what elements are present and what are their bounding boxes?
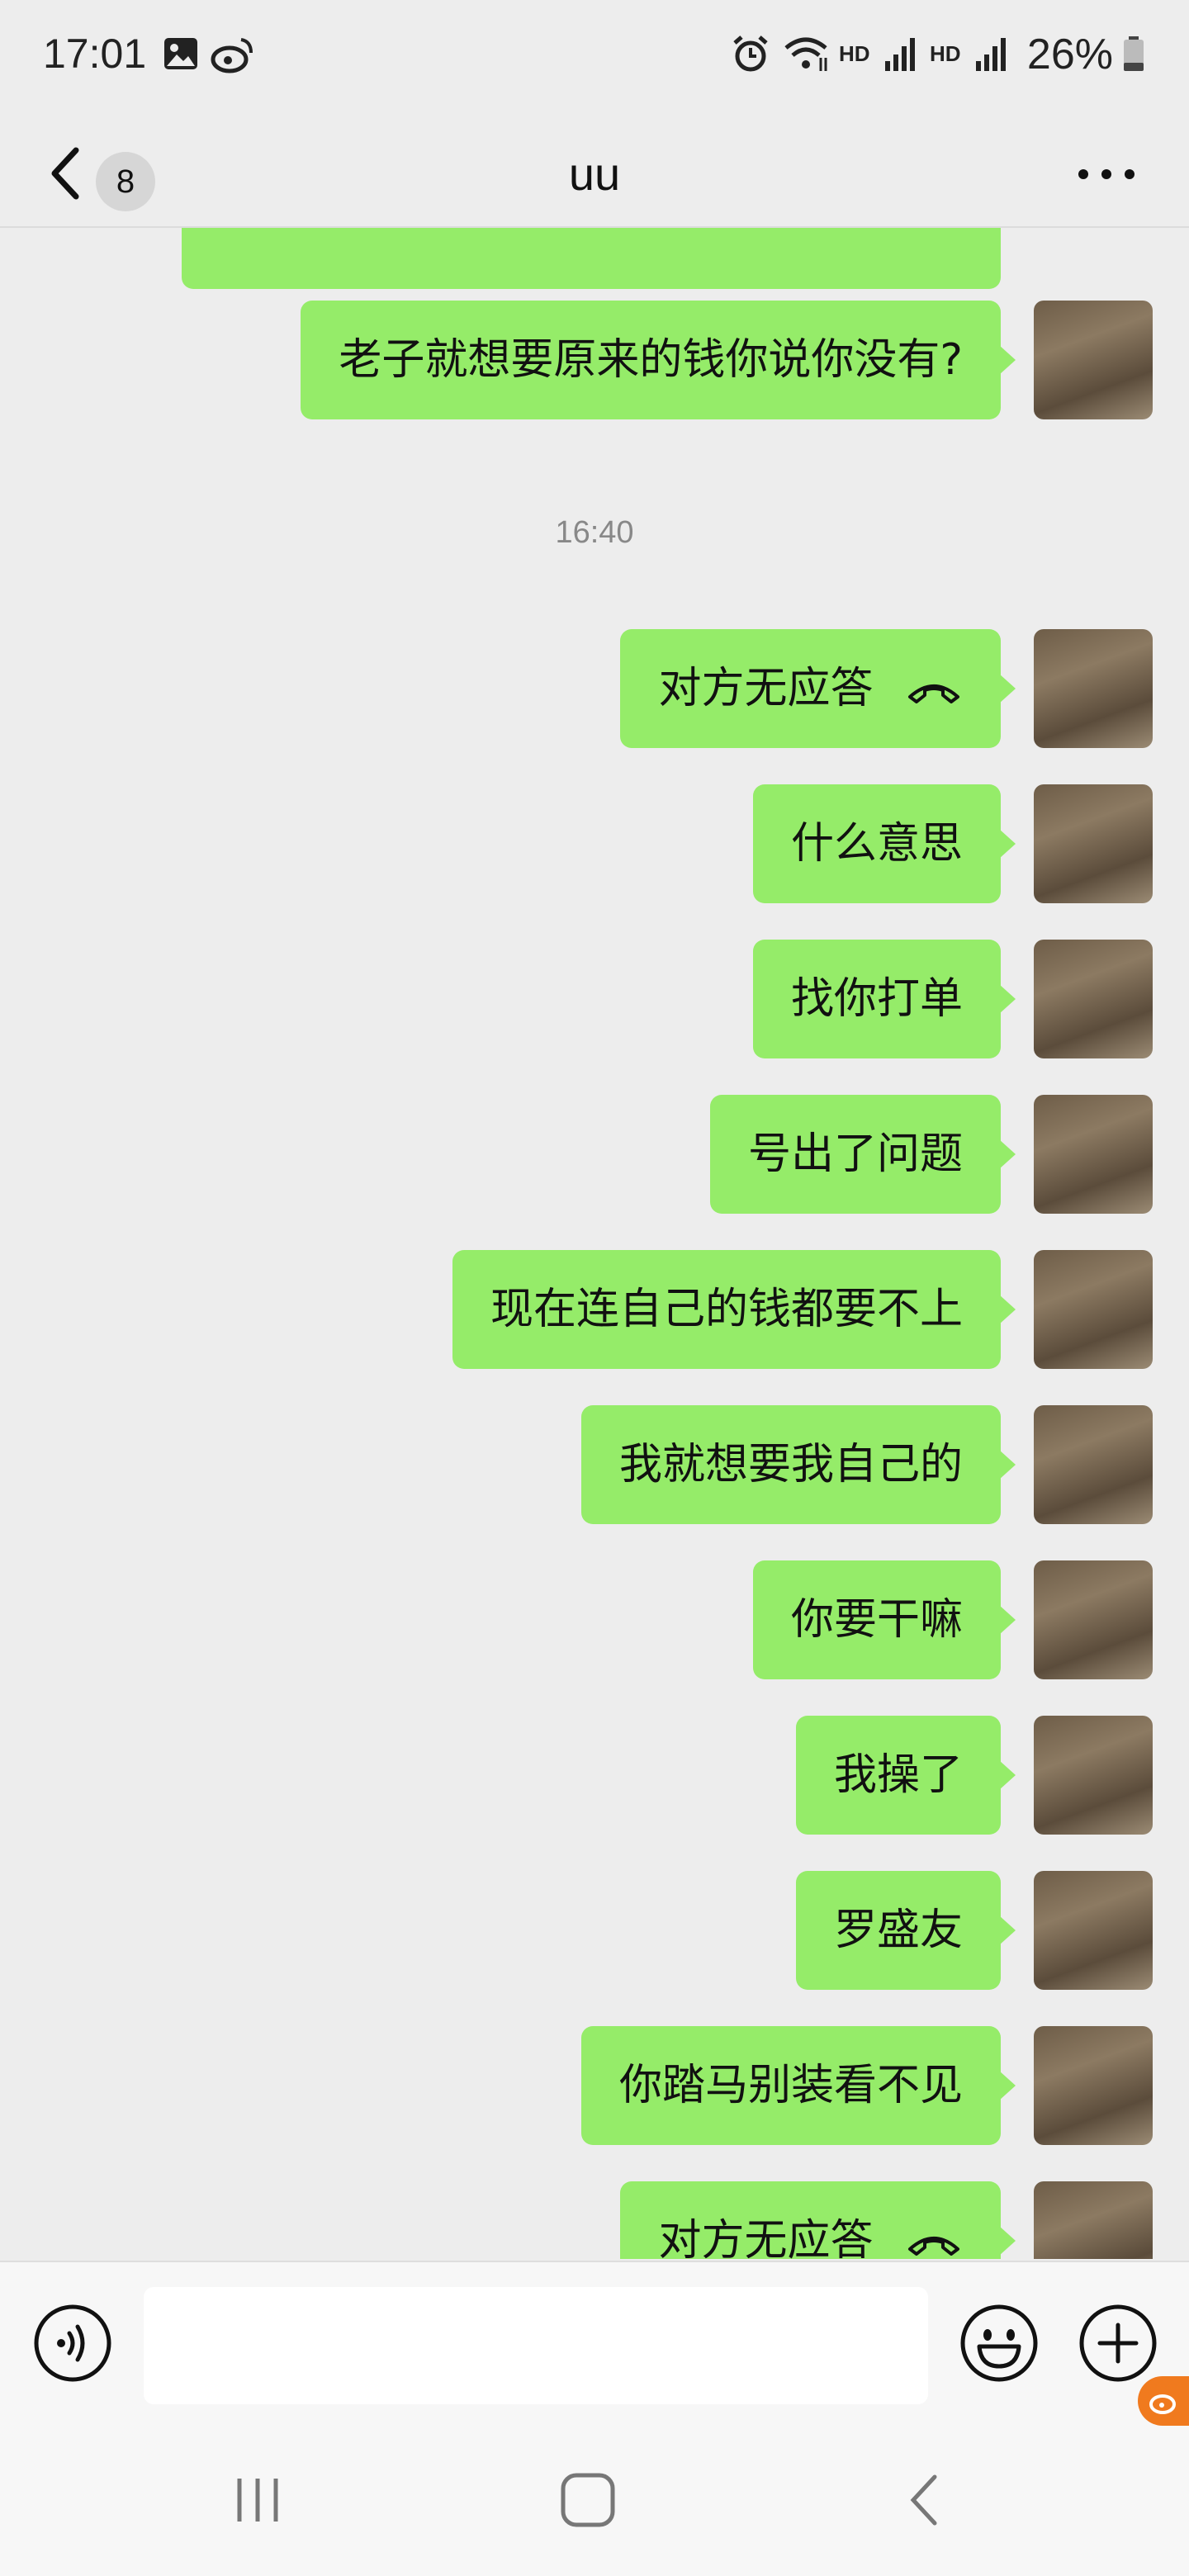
avatar[interactable] — [1034, 2026, 1153, 2145]
gallery-notification-icon — [164, 38, 197, 69]
avatar[interactable] — [1034, 1560, 1153, 1679]
message-bubble[interactable]: 你要干嘛 — [752, 1560, 1016, 1679]
recent-apps-icon[interactable] — [225, 2467, 291, 2533]
message-bubble[interactable]: 找你打单 — [752, 940, 1016, 1058]
message-text: 现在连自己的钱都要不上 — [490, 1285, 963, 1334]
input-bar — [0, 2261, 1189, 2427]
message-text: 老子就想要原来的钱你说你没有? — [339, 335, 963, 385]
avatar[interactable] — [1034, 940, 1153, 1058]
call-record-bubble[interactable]: 对方无应答 — [620, 629, 1016, 748]
avatar[interactable] — [1034, 1250, 1153, 1369]
message-bubble[interactable]: 老子就想要原来的钱你说你没有? — [301, 301, 1016, 419]
chat-title: uu — [568, 148, 621, 200]
voice-input-button[interactable] — [33, 2304, 112, 2383]
message-text: 你要干嘛 — [790, 1595, 963, 1645]
avatar[interactable] — [1034, 1716, 1153, 1835]
message-text: 对方无应答 — [658, 664, 874, 713]
message-text: 什么意思 — [790, 819, 963, 869]
message-text: 找你打单 — [790, 974, 963, 1024]
hd-indicator-1: HD — [839, 41, 870, 66]
phone-hangup-icon — [908, 2237, 959, 2256]
message-bubble[interactable]: 你踏马别装看不见 — [580, 2026, 1016, 2145]
message-bubble[interactable]: 罗盛友 — [795, 1871, 1016, 1990]
battery-percentage: 26% — [1026, 31, 1113, 78]
weibo-notification-icon — [211, 38, 253, 73]
message-timestamp: 16:40 — [555, 515, 634, 550]
message-bubble[interactable]: 什么意思 — [752, 784, 1016, 903]
avatar[interactable] — [1034, 1095, 1153, 1214]
status-bar: 17:01 HD HD 26% — [0, 0, 1189, 116]
signal-icon-1 — [885, 38, 915, 71]
avatar[interactable] — [1034, 301, 1153, 419]
emoji-button[interactable] — [959, 2304, 1039, 2383]
avatar[interactable] — [1034, 629, 1153, 748]
call-record-bubble[interactable]: 对方无应答 — [620, 2181, 1016, 2259]
floating-weibo-tab[interactable] — [1138, 2376, 1189, 2426]
message-list[interactable]: 老子就想要原来的钱你说你没有? 16:40 对方无应答 什么意思 找你打单 号出… — [0, 228, 1189, 2259]
message-text: 对方无应答 — [658, 2216, 874, 2259]
message-text: 罗盛友 — [833, 1906, 963, 1955]
message-input[interactable] — [144, 2287, 928, 2404]
wifi-icon — [784, 37, 827, 71]
message-text: 你踏马别装看不见 — [618, 2061, 963, 2110]
weibo-float-icon — [1149, 2394, 1176, 2414]
message-text: 我就想要我自己的 — [618, 1440, 963, 1489]
more-functions-button[interactable] — [1078, 2304, 1158, 2383]
status-time: 17:01 — [43, 31, 147, 77]
phone-hangup-icon — [908, 684, 959, 703]
signal-icon-2 — [976, 38, 1006, 71]
system-navigation-bar — [0, 2426, 1189, 2576]
alarm-icon — [733, 36, 768, 72]
battery-icon — [1124, 36, 1144, 71]
message-text: 号出了问题 — [747, 1129, 963, 1179]
message-bubble-partial[interactable] — [182, 228, 1001, 289]
message-bubble[interactable]: 现在连自己的钱都要不上 — [452, 1250, 1016, 1369]
avatar[interactable] — [1034, 1871, 1153, 1990]
message-bubble[interactable]: 我就想要我自己的 — [580, 1405, 1016, 1524]
message-bubble[interactable]: 我操了 — [795, 1716, 1016, 1835]
avatar[interactable] — [1034, 1405, 1153, 1524]
home-icon[interactable] — [555, 2467, 621, 2533]
hd-indicator-2: HD — [930, 41, 961, 66]
more-options-button[interactable] — [1073, 154, 1139, 195]
avatar[interactable] — [1034, 2181, 1153, 2259]
message-bubble[interactable]: 号出了问题 — [709, 1095, 1016, 1214]
avatar[interactable] — [1034, 784, 1153, 903]
chat-header: 8 uu — [0, 116, 1189, 228]
message-text: 我操了 — [833, 1750, 963, 1800]
system-back-icon[interactable] — [892, 2467, 958, 2533]
